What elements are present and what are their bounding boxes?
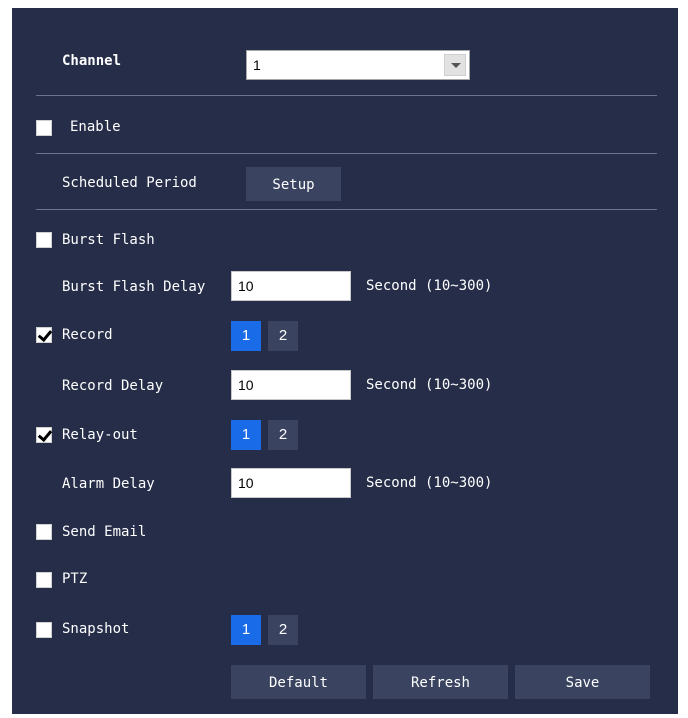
burst-flash-delay-unit: Second (10~300) xyxy=(366,278,493,294)
divider xyxy=(36,209,657,210)
scheduled-period-label: Scheduled Period xyxy=(62,175,197,191)
burst-flash-checkbox[interactable] xyxy=(36,232,52,248)
ptz-checkbox[interactable] xyxy=(36,572,52,588)
alarm-settings-panel: Channel 1 Enable Scheduled Period Setup … xyxy=(12,8,678,714)
record-delay-unit: Second (10~300) xyxy=(366,377,493,393)
alarm-delay-label: Alarm Delay xyxy=(62,476,155,492)
ptz-label: PTZ xyxy=(62,571,88,587)
relay-out-label: Relay-out xyxy=(62,427,138,443)
record-delay-input[interactable] xyxy=(231,370,351,400)
alarm-delay-unit: Second (10~300) xyxy=(366,475,493,491)
send-email-checkbox[interactable] xyxy=(36,524,52,540)
channel-select-value: 1 xyxy=(253,57,261,73)
enable-checkbox[interactable] xyxy=(36,120,52,136)
enable-label: Enable xyxy=(70,119,121,135)
default-button[interactable]: Default xyxy=(231,665,366,699)
burst-flash-delay-input[interactable] xyxy=(231,271,351,301)
snapshot-channel-2[interactable]: 2 xyxy=(268,615,298,645)
relay-out-channel-1[interactable]: 1 xyxy=(231,420,261,450)
divider xyxy=(36,95,657,96)
record-label: Record xyxy=(62,327,113,343)
alarm-delay-input[interactable] xyxy=(231,468,351,498)
record-checkbox[interactable] xyxy=(36,327,52,343)
save-button[interactable]: Save xyxy=(515,665,650,699)
burst-flash-delay-label: Burst Flash Delay xyxy=(62,279,206,295)
record-channel-1[interactable]: 1 xyxy=(231,321,261,351)
channel-select[interactable]: 1 xyxy=(246,50,470,80)
snapshot-label: Snapshot xyxy=(62,621,130,637)
snapshot-channel-1[interactable]: 1 xyxy=(231,615,261,645)
record-delay-label: Record Delay xyxy=(62,378,164,394)
relay-out-checkbox[interactable] xyxy=(36,427,52,443)
divider xyxy=(36,153,657,154)
send-email-label: Send Email xyxy=(62,524,147,540)
channel-label: Channel xyxy=(62,53,122,69)
record-channel-2[interactable]: 2 xyxy=(268,321,298,351)
snapshot-checkbox[interactable] xyxy=(36,622,52,638)
chevron-down-icon[interactable] xyxy=(444,54,466,76)
setup-button[interactable]: Setup xyxy=(246,167,341,201)
refresh-button[interactable]: Refresh xyxy=(373,665,508,699)
relay-out-channel-2[interactable]: 2 xyxy=(268,420,298,450)
burst-flash-label: Burst Flash xyxy=(62,232,155,248)
